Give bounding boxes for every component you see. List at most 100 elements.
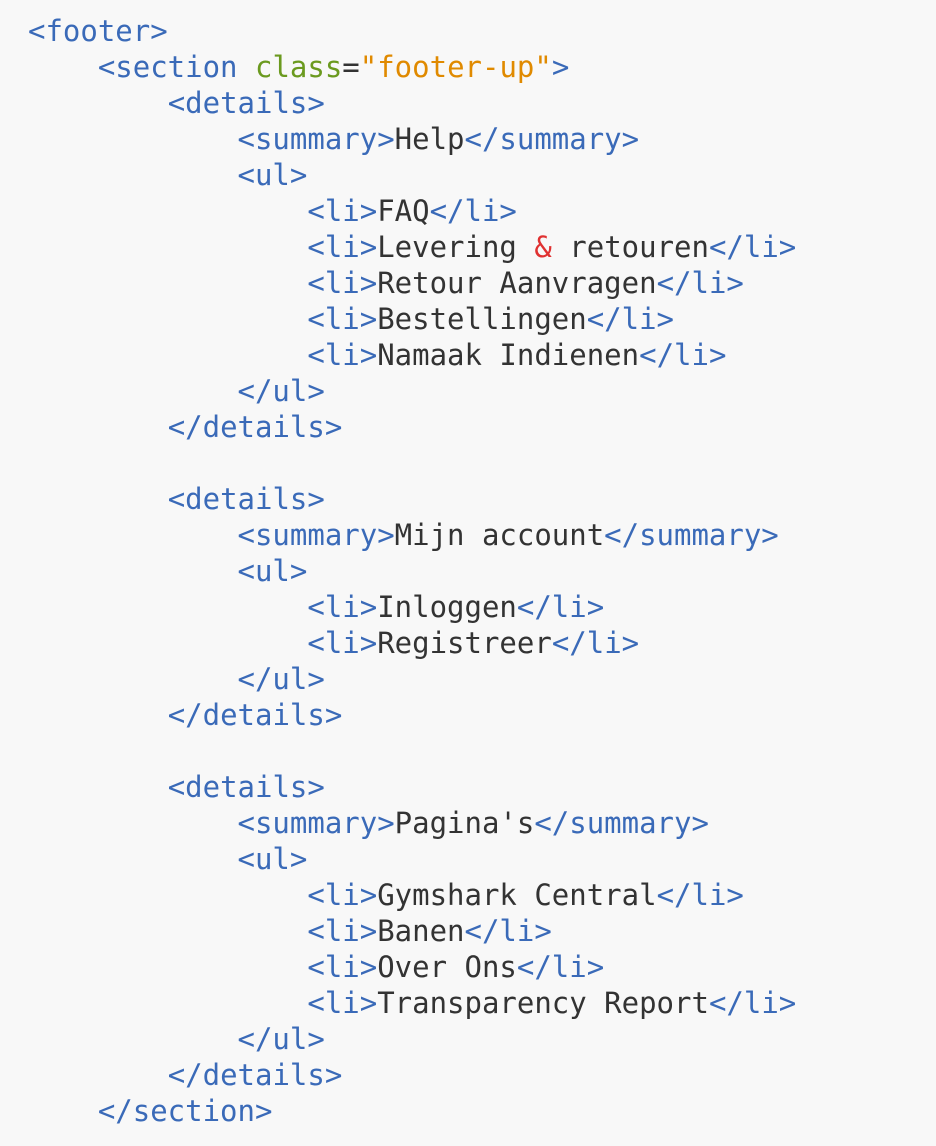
code-token-tag: </summary> [534,806,709,840]
code-line: </ul> [28,1021,796,1057]
code-block: <footer> <section class="footer-up"> <de… [28,13,796,1129]
code-token-tag: <details> [167,86,325,120]
code-token-tag: </li> [656,266,744,300]
code-token-tag: <li> [307,914,378,948]
code-token-tag: </li> [708,986,797,1020]
code-line: <details> [28,481,796,517]
code-line: <li>Inloggen</li> [28,589,796,625]
code-line: </ul> [28,373,796,409]
code-token-tag: > [551,50,570,84]
code-token-tag: </li> [551,626,640,660]
code-line: <li>FAQ</li> [28,193,796,229]
code-token-tag: </section> [97,1094,273,1128]
code-token-tag: </li> [464,914,552,948]
code-token-tag: <li> [307,266,378,300]
code-line: <li>Transparency Report</li> [28,985,796,1021]
code-token-tag: </li> [639,338,727,372]
code-line: <footer> [28,13,796,49]
code-token-tag: <li> [307,230,378,264]
code-line: <details> [28,769,796,805]
code-token-tag: <li> [307,194,378,228]
code-line: <summary>Help</summary> [28,121,796,157]
code-token-tag: </li> [516,590,605,624]
code-token-tag: </details> [167,698,343,732]
code-token-tag: </li> [586,302,675,336]
code-token-tag: <summary> [237,806,395,840]
code-token-str: "footer-up" [359,50,552,84]
code-token-tag: </li> [429,194,517,228]
code-token-txt: retouren [551,230,709,264]
code-token-tag: </details> [167,1058,343,1092]
code-token-tag: <footer> [28,14,168,48]
code-line: <li>Over Ons</li> [28,949,796,985]
code-token-tag: </ul> [237,1022,325,1056]
code-token-txt: Namaak Indienen [377,338,640,372]
code-token-tag: <li> [307,950,378,984]
code-line: <summary>Mijn account</summary> [28,517,796,553]
code-line: <li>Retour Aanvragen</li> [28,265,796,301]
code-token-tag: <li> [307,986,378,1020]
code-token-tag: <details> [167,482,325,516]
code-token-tag: <li> [307,878,378,912]
code-line: </details> [28,1057,796,1093]
code-token-tag: </summary> [464,122,640,156]
code-line: <section class="footer-up"> [28,49,796,85]
code-line: <li>Levering & retouren</li> [28,229,796,265]
code-token-tag: <li> [307,302,378,336]
code-token-txt: Retour Aanvragen [377,266,657,300]
code-token-tag: </li> [708,230,797,264]
code-line: </ul> [28,661,796,697]
code-token-tag: </li> [516,950,605,984]
code-token-tag: </summary> [604,518,779,552]
code-token-tag: </ul> [237,662,325,696]
code-token-txt: FAQ [377,194,430,228]
code-token-txt: Pagina's [394,806,535,840]
code-token-txt: Levering [377,230,535,264]
code-line: <summary>Pagina's</summary> [28,805,796,841]
code-line: <li>Namaak Indienen</li> [28,337,796,373]
code-token-tag: <summary> [237,122,395,156]
code-token-tag: <ul> [237,554,308,588]
code-token-txt: Inloggen [377,590,517,624]
code-token-tag: <section [97,50,255,84]
code-line: <ul> [28,841,796,877]
code-token-txt: Bestellingen [377,302,587,336]
code-viewer: <footer> <section class="footer-up"> <de… [0,0,936,1146]
code-line: <li>Gymshark Central</li> [28,877,796,913]
code-line: <li>Banen</li> [28,913,796,949]
code-token-txt: Transparency Report [377,986,709,1020]
code-token-txt: Registreer [377,626,552,660]
code-token-ent: & [534,230,552,264]
code-line: <li>Bestellingen</li> [28,301,796,337]
code-token-tag: <li> [307,338,378,372]
code-line: </section> [28,1093,796,1129]
code-token-tag: <ul> [237,158,308,192]
code-token-txt: Gymshark Central [377,878,657,912]
code-token-txt: Mijn account [394,518,605,552]
code-token-tag: <summary> [237,518,395,552]
code-token-txt: Banen [377,914,465,948]
